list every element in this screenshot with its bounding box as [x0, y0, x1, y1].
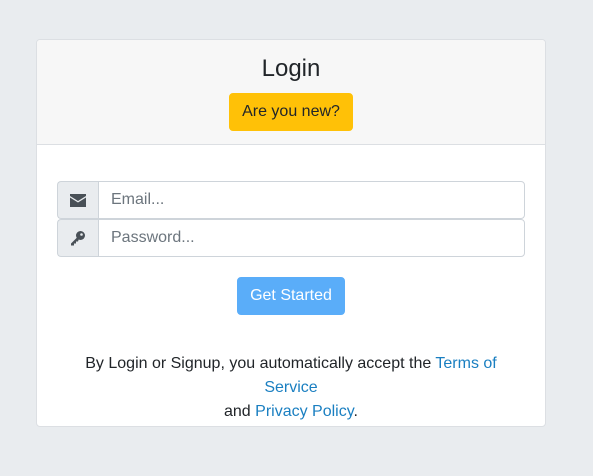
- envelope-icon: [57, 181, 98, 219]
- email-field[interactable]: [98, 181, 525, 219]
- card-body: Get Started By Login or Signup, you auto…: [37, 145, 545, 424]
- email-input-group: [57, 181, 525, 219]
- terms-middle-text: and: [224, 403, 256, 420]
- key-icon: [57, 219, 98, 257]
- terms-prefix-text: By Login or Signup, you automatically ac…: [85, 355, 436, 372]
- login-card: Login Are you new? Get: [36, 39, 546, 427]
- submit-row: Get Started: [57, 277, 525, 315]
- privacy-policy-link[interactable]: Privacy Policy: [255, 403, 353, 420]
- password-field[interactable]: [98, 219, 525, 257]
- get-started-button[interactable]: Get Started: [237, 277, 345, 315]
- terms-suffix-text: .: [353, 403, 358, 420]
- are-you-new-button[interactable]: Are you new?: [229, 93, 353, 131]
- terms-notice: By Login or Signup, you automatically ac…: [57, 352, 525, 424]
- password-input-group: [57, 219, 525, 257]
- page-title: Login: [261, 55, 321, 82]
- card-header: Login Are you new?: [37, 40, 545, 145]
